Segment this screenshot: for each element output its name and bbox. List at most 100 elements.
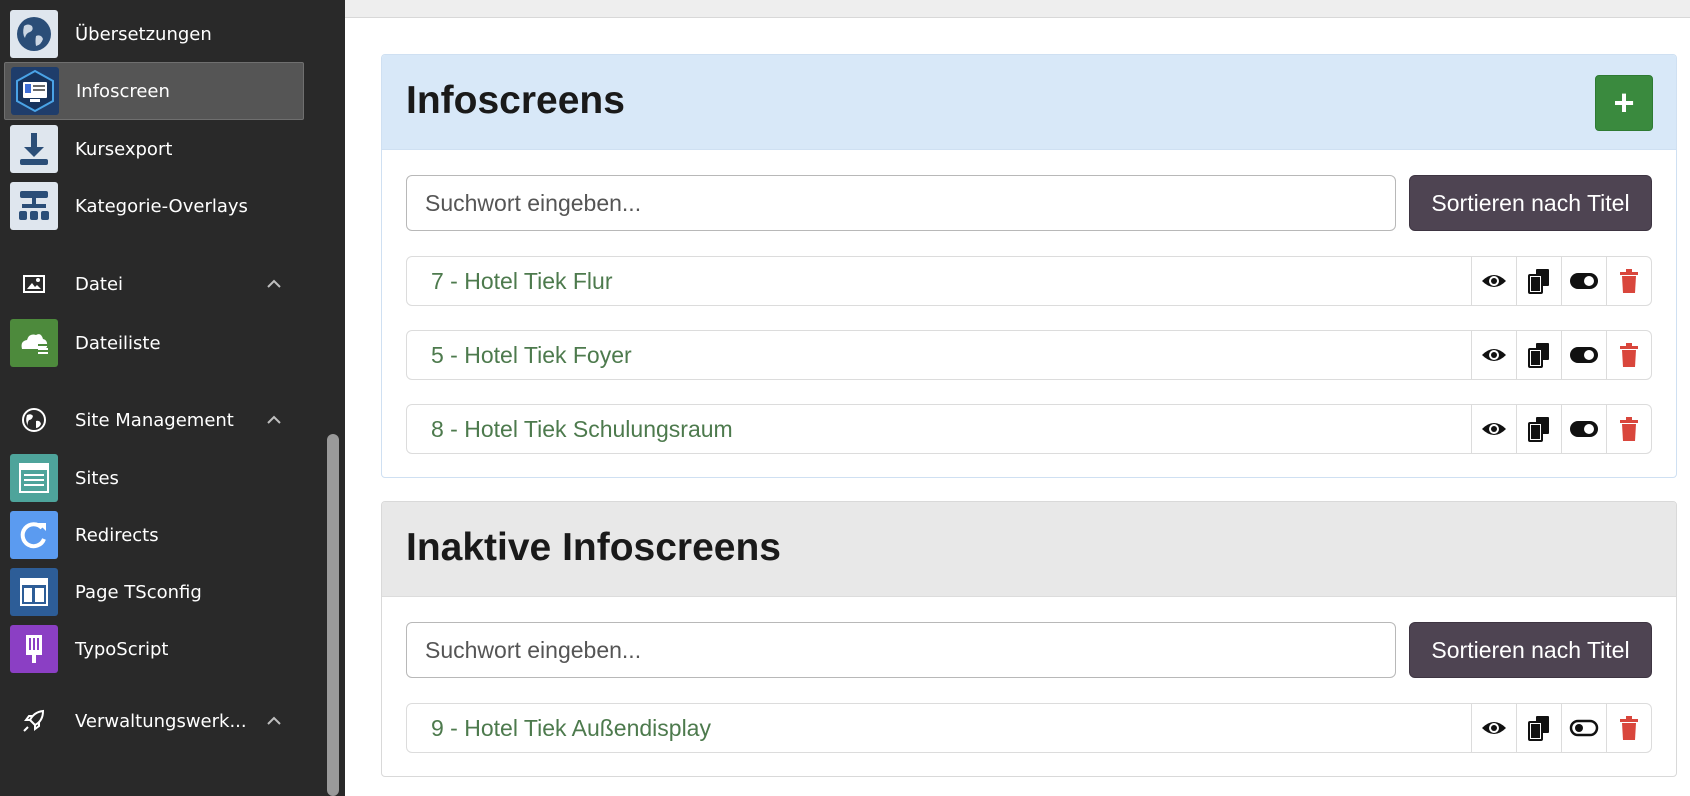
sidebar-item-dateiliste[interactable]: Dateiliste: [4, 314, 304, 372]
panel-title: Infoscreens: [406, 79, 625, 122]
sort-by-title-button[interactable]: Sortieren nach Titel: [1409, 622, 1652, 678]
inactive-infoscreens-panel: Inaktive Infoscreens Sortieren nach Tite…: [381, 501, 1677, 777]
trash-icon: [1620, 269, 1638, 293]
rocket-icon: [20, 707, 48, 735]
copy-button[interactable]: [1516, 257, 1561, 305]
sidebar-group-label: Verwaltungswerk...: [75, 710, 247, 732]
toggle-off-icon: [1569, 719, 1599, 737]
sidebar-item-kategorie-overlays[interactable]: Kategorie-Overlays: [4, 177, 304, 235]
infoscreens-panel: Infoscreens + Sortieren nach Titel 7 - H…: [381, 54, 1677, 478]
sidebar-item-sites[interactable]: Sites: [4, 449, 304, 507]
infoscreen-row[interactable]: 5 - Hotel Tiek Foyer: [406, 330, 1652, 380]
module-sidebar: Übersetzungen Infoscreen Kursexport Kate…: [0, 0, 345, 796]
chevron-up-icon[interactable]: [266, 713, 282, 729]
panel-title: Inaktive Infoscreens: [406, 526, 781, 569]
sidebar-item-infoscreen[interactable]: Infoscreen: [4, 62, 304, 120]
infoscreen-title[interactable]: 7 - Hotel Tiek Flur: [431, 268, 613, 295]
sidebar-item-label: Kategorie-Overlays: [75, 195, 248, 217]
sidebar-item-label: Übersetzungen: [75, 23, 212, 45]
sidebar-item-label: Infoscreen: [76, 80, 170, 102]
search-input[interactable]: [406, 175, 1396, 231]
chevron-up-icon[interactable]: [266, 276, 282, 292]
copy-button[interactable]: [1516, 405, 1561, 453]
copy-button[interactable]: [1516, 331, 1561, 379]
toggle-active-button[interactable]: [1561, 257, 1606, 305]
eye-icon: [1482, 423, 1506, 435]
copy-icon: [1528, 417, 1549, 442]
toggle-on-icon: [1570, 273, 1598, 289]
delete-button[interactable]: [1606, 257, 1651, 305]
sidebar-group-admin-tools[interactable]: Verwaltungswerk...: [4, 692, 304, 750]
sidebar-item-translations[interactable]: Übersetzungen: [4, 5, 304, 63]
globe-icon: [10, 10, 58, 58]
row-actions: [1471, 257, 1651, 305]
panel-header: Infoscreens +: [382, 55, 1676, 150]
sidebar-item-page-tsconfig[interactable]: Page TSconfig: [4, 563, 304, 621]
infoscreen-icon: [11, 67, 59, 115]
infoscreen-title[interactable]: 9 - Hotel Tiek Außendisplay: [431, 715, 711, 742]
sidebar-item-redirects[interactable]: Redirects: [4, 506, 304, 564]
delete-button[interactable]: [1606, 704, 1651, 752]
eye-icon: [1482, 722, 1506, 734]
preview-button[interactable]: [1471, 704, 1516, 752]
add-infoscreen-button[interactable]: +: [1595, 75, 1653, 131]
row-actions: [1471, 331, 1651, 379]
toggle-active-button[interactable]: [1561, 704, 1606, 752]
copy-icon: [1528, 716, 1549, 741]
infoscreen-title[interactable]: 5 - Hotel Tiek Foyer: [431, 342, 632, 369]
sidebar-group-datei[interactable]: Datei: [4, 255, 304, 313]
eye-icon: [1482, 275, 1506, 287]
toggle-on-icon: [1570, 421, 1598, 437]
panel-header: Inaktive Infoscreens: [382, 502, 1676, 597]
image-icon: [20, 270, 48, 298]
copy-icon: [1528, 343, 1549, 368]
search-row: Sortieren nach Titel: [406, 175, 1652, 231]
app-root: Übersetzungen Infoscreen Kursexport Kate…: [0, 0, 1690, 796]
eye-icon: [1482, 349, 1506, 361]
row-actions: [1471, 704, 1651, 752]
toggle-active-button[interactable]: [1561, 405, 1606, 453]
chevron-up-icon[interactable]: [266, 412, 282, 428]
infoscreen-title[interactable]: 8 - Hotel Tiek Schulungsraum: [431, 416, 733, 443]
trash-icon: [1620, 716, 1638, 740]
infoscreen-row[interactable]: 8 - Hotel Tiek Schulungsraum: [406, 404, 1652, 454]
sort-by-title-button[interactable]: Sortieren nach Titel: [1409, 175, 1652, 231]
typoscript-icon: [10, 625, 58, 673]
search-input[interactable]: [406, 622, 1396, 678]
preview-button[interactable]: [1471, 405, 1516, 453]
trash-icon: [1620, 417, 1638, 441]
search-row: Sortieren nach Titel: [406, 622, 1652, 678]
sites-icon: [10, 454, 58, 502]
toggle-on-icon: [1570, 347, 1598, 363]
infoscreen-row[interactable]: 9 - Hotel Tiek Außendisplay: [406, 703, 1652, 753]
toggle-active-button[interactable]: [1561, 331, 1606, 379]
sidebar-item-kursexport[interactable]: Kursexport: [4, 120, 304, 178]
delete-button[interactable]: [1606, 405, 1651, 453]
copy-button[interactable]: [1516, 704, 1561, 752]
redirect-icon: [10, 511, 58, 559]
sidebar-item-label: Redirects: [75, 524, 159, 546]
infoscreen-row[interactable]: 7 - Hotel Tiek Flur: [406, 256, 1652, 306]
hierarchy-icon: [10, 182, 58, 230]
sidebar-item-label: Dateiliste: [75, 332, 161, 354]
sidebar-group-label: Datei: [75, 273, 124, 295]
sidebar-group-label: Site Management: [75, 409, 234, 431]
copy-icon: [1528, 269, 1549, 294]
trash-icon: [1620, 343, 1638, 367]
download-icon: [10, 125, 58, 173]
row-actions: [1471, 405, 1651, 453]
delete-button[interactable]: [1606, 331, 1651, 379]
sidebar-group-site-management[interactable]: Site Management: [4, 391, 304, 449]
top-bar: [345, 0, 1690, 18]
cloud-icon: [10, 319, 58, 367]
sidebar-scrollbar[interactable]: [327, 434, 339, 796]
sidebar-item-label: Kursexport: [75, 138, 173, 160]
sidebar-item-label: Sites: [75, 467, 119, 489]
preview-button[interactable]: [1471, 257, 1516, 305]
sidebar-item-label: TypoScript: [75, 638, 169, 660]
sidebar-item-label: Page TSconfig: [75, 581, 202, 603]
globe-icon: [20, 406, 48, 434]
layout-icon: [10, 568, 58, 616]
preview-button[interactable]: [1471, 331, 1516, 379]
sidebar-item-typoscript[interactable]: TypoScript: [4, 620, 304, 678]
